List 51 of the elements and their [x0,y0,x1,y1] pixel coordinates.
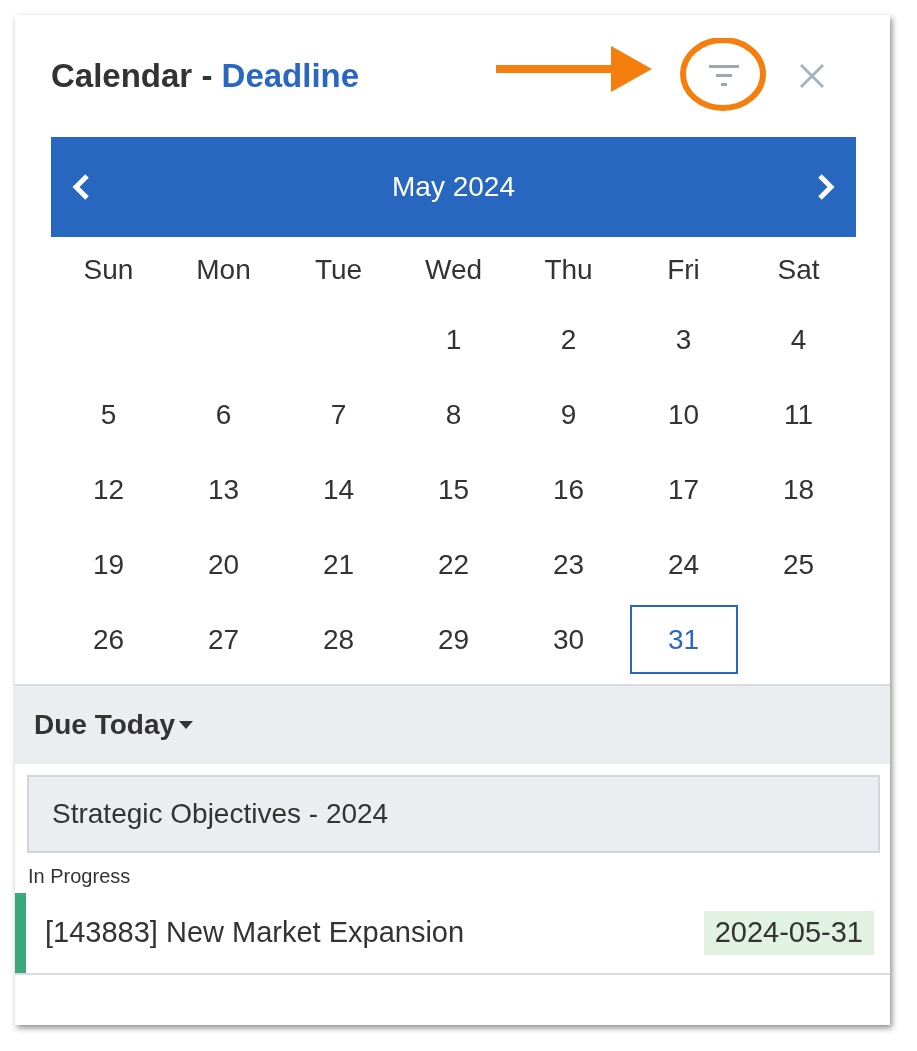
task-row[interactable]: [143883] New Market Expansion 2024-05-31 [15,893,890,975]
day-cell[interactable]: 16 [514,455,623,524]
weekday-label: Sat [776,252,821,287]
day-cell[interactable]: 2 [514,305,623,374]
day-cell[interactable]: 9 [514,380,623,449]
group-header: Strategic Objectives - 2024 [27,775,880,853]
weekday-label: Wed [423,252,484,287]
day-cell[interactable]: 29 [399,605,508,674]
weekday-label: Sun [82,252,135,287]
weekday-label: Thu [543,252,594,287]
day-cell[interactable]: 28 [284,605,393,674]
day-cell[interactable]: 6 [169,380,278,449]
day-cell[interactable]: 10 [629,380,738,449]
day-cell[interactable]: 17 [629,455,738,524]
weekday-label: Fri [666,252,701,287]
day-cell[interactable]: 4 [744,305,853,374]
day-cell[interactable]: 1 [399,305,508,374]
due-date: 2024-05-31 [703,911,874,955]
day-cell[interactable]: 8 [399,380,508,449]
day-cell[interactable]: 30 [514,605,623,674]
day-cell[interactable]: 18 [744,455,853,524]
day-cell[interactable]: 27 [169,605,278,674]
day-cell[interactable]: 23 [514,530,623,599]
day-cell[interactable]: 21 [284,530,393,599]
day-cell[interactable]: 24 [629,530,738,599]
day-cell[interactable]: 13 [169,455,278,524]
day-cell[interactable]: 26 [54,605,163,674]
chevron-left-icon [71,173,91,201]
filter-icon [709,65,739,87]
day-cell[interactable]: 20 [169,530,278,599]
task-title: [143883] New Market Expansion [44,915,465,951]
weekday-label: Tue [313,252,364,287]
day-cell[interactable]: 12 [54,455,163,524]
day-cell[interactable]: 3 [629,305,738,374]
month-label: May 2024 [392,170,515,204]
caret-icon [179,721,194,729]
chevron-right-icon [816,173,836,201]
status-label: In Progress [27,864,132,889]
day-cell[interactable]: 14 [284,455,393,524]
day-cell[interactable]: 15 [399,455,508,524]
due-today-dropdown[interactable]: Due Today [34,704,194,746]
day-cell[interactable]: 25 [744,530,853,599]
day-cell[interactable]: 5 [54,380,163,449]
day-cell[interactable]: 19 [54,530,163,599]
day-cell[interactable]: 22 [399,530,508,599]
weekday-label: Mon [195,252,252,287]
day-cell[interactable]: 11 [744,380,853,449]
day-cell[interactable]: 7 [284,380,393,449]
close-icon [799,63,825,89]
panel-title: Calendar - Deadline [51,56,360,96]
day-cell[interactable]: 31 [629,605,738,674]
